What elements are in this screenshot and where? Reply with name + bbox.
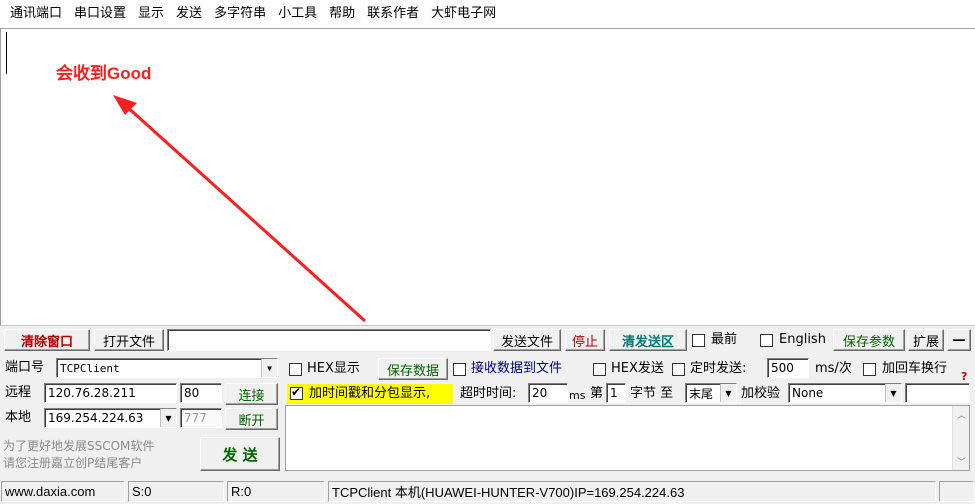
dropdown-arrow-icon: ▼ bbox=[720, 384, 736, 402]
collapse-button[interactable]: — bbox=[947, 329, 971, 351]
send-textarea[interactable]: ︿ ﹀ bbox=[285, 405, 970, 471]
append-crlf-label: 加回车换行 bbox=[882, 361, 948, 376]
status-sent-count: S:0 bbox=[128, 481, 224, 502]
send-button[interactable]: 发 送 bbox=[200, 437, 280, 471]
save-params-button[interactable]: 保存参数 bbox=[833, 329, 905, 351]
checksum-label: 加校验 bbox=[741, 386, 781, 401]
toolbar: 清除窗口 打开文件 发送文件 停止 清发送区 最前 English 保存参数 扩… bbox=[0, 327, 975, 354]
status-bar: www.daxia.com S:0 R:0 TCPClient 本机(HUAWE… bbox=[0, 479, 975, 504]
port-select[interactable]: TCPClient ▼ bbox=[56, 358, 278, 378]
scroll-down-icon[interactable]: ﹀ bbox=[953, 453, 970, 470]
promo-line-1[interactable]: 为了更好地发展SSCOM软件 bbox=[3, 438, 154, 454]
disconnect-button[interactable]: 断开 bbox=[225, 408, 278, 430]
menu-help[interactable]: 帮助 bbox=[323, 0, 361, 28]
remote-ip-input[interactable]: 120.76.28.211 bbox=[44, 383, 177, 403]
status-website[interactable]: www.daxia.com bbox=[1, 481, 125, 502]
checksum-select[interactable]: None ▼ bbox=[788, 383, 902, 403]
receive-to-file-checkbox[interactable] bbox=[453, 363, 466, 376]
hex-display-label: HEX显示 bbox=[307, 361, 360, 376]
menu-tools[interactable]: 小工具 bbox=[272, 0, 323, 28]
menu-serial-settings[interactable]: 串口设置 bbox=[68, 0, 132, 28]
timed-send-label: 定时发送: bbox=[690, 361, 747, 376]
connection-panel: 端口号 TCPClient ▼ 远程 120.76.28.211 80 连接 本… bbox=[0, 355, 285, 475]
topmost-label: 最前 bbox=[711, 332, 738, 347]
port-label: 端口号 bbox=[5, 360, 45, 375]
menu-display[interactable]: 显示 bbox=[132, 0, 170, 28]
clear-window-button[interactable]: 清除窗口 bbox=[4, 329, 90, 351]
interval-unit: ms/次 bbox=[815, 361, 852, 376]
remote-label: 远程 bbox=[5, 385, 32, 400]
dropdown-arrow-icon: ▼ bbox=[261, 359, 277, 377]
promo-line-2[interactable]: 请您注册嘉立创P结尾客户 bbox=[3, 455, 142, 471]
menu-multi-string[interactable]: 多字符串 bbox=[208, 0, 272, 28]
clear-send-area-button[interactable]: 清发送区 bbox=[609, 329, 687, 351]
menu-contact-author[interactable]: 联系作者 bbox=[361, 0, 425, 28]
timestamp-label: 加时间戳和分包显示, bbox=[309, 386, 431, 401]
byte-start-input[interactable]: 1 bbox=[606, 383, 626, 403]
timeout-label: 超时时间: bbox=[460, 386, 517, 401]
hex-send-label: HEX发送 bbox=[611, 361, 664, 376]
dropdown-arrow-icon: ▼ bbox=[885, 384, 901, 402]
byte-end-value: 末尾 bbox=[689, 386, 714, 401]
english-checkbox[interactable] bbox=[760, 334, 773, 347]
status-received-count: R:0 bbox=[227, 481, 325, 502]
local-ip-select[interactable]: 169.254.224.63 ▼ bbox=[44, 408, 177, 428]
local-label: 本地 bbox=[5, 410, 32, 425]
timeout-input[interactable]: 20 bbox=[528, 383, 568, 403]
hex-send-checkbox[interactable] bbox=[593, 363, 606, 376]
append-crlf-checkbox[interactable] bbox=[863, 363, 876, 376]
hex-display-checkbox[interactable] bbox=[289, 363, 302, 376]
scroll-up-icon[interactable]: ︿ bbox=[953, 406, 970, 423]
local-ip-value: 169.254.224.63 bbox=[48, 411, 144, 425]
receive-to-file-label: 接收数据到文件 bbox=[471, 361, 563, 376]
annotation-label: 会收到Good bbox=[56, 64, 152, 83]
checksum-value: None bbox=[792, 386, 824, 400]
stop-button[interactable]: 停止 bbox=[565, 329, 605, 351]
byte-prefix-label: 第 bbox=[590, 386, 604, 401]
menu-comm-port[interactable]: 通讯端口 bbox=[4, 0, 68, 28]
timestamp-checkbox[interactable] bbox=[290, 385, 303, 400]
send-scrollbar[interactable]: ︿ ﹀ bbox=[952, 406, 969, 470]
remote-port-input[interactable]: 80 bbox=[180, 383, 222, 403]
dropdown-arrow-icon: ▼ bbox=[160, 409, 176, 427]
status-extra bbox=[939, 481, 974, 502]
file-path-input[interactable] bbox=[167, 329, 491, 351]
byte-end-select[interactable]: 末尾 ▼ bbox=[685, 383, 737, 403]
byte-suffix-label: 字节 至 bbox=[630, 386, 674, 401]
timeout-unit: ms bbox=[569, 389, 586, 402]
menu-send[interactable]: 发送 bbox=[170, 0, 208, 28]
menu-bar: 通讯端口 串口设置 显示 发送 多字符串 小工具 帮助 联系作者 大虾电子网 bbox=[0, 0, 975, 28]
text-caret bbox=[6, 32, 7, 74]
english-label: English bbox=[779, 332, 826, 347]
local-port-input[interactable]: 777 bbox=[180, 408, 222, 428]
status-message: TCPClient 本机(HUAWEI-HUNTER-V700)IP=169.2… bbox=[328, 481, 936, 502]
checksum-extra-field[interactable] bbox=[905, 383, 970, 403]
port-select-value: TCPClient bbox=[60, 361, 120, 375]
receive-textarea[interactable]: 会收到Good bbox=[0, 28, 975, 326]
open-file-button[interactable]: 打开文件 bbox=[94, 329, 164, 351]
options-panel: HEX显示 保存数据 接收数据到文件 HEX发送 定时发送: 500 ms/次 … bbox=[285, 355, 975, 475]
topmost-checkbox[interactable] bbox=[692, 334, 705, 347]
save-data-button[interactable]: 保存数据 bbox=[378, 358, 448, 380]
interval-input[interactable]: 500 bbox=[767, 358, 809, 378]
menu-daxia-website[interactable]: 大虾电子网 bbox=[425, 0, 502, 28]
timestamp-option[interactable]: 加时间戳和分包显示, bbox=[287, 384, 453, 404]
send-file-button[interactable]: 发送文件 bbox=[493, 329, 561, 351]
expand-button[interactable]: 扩展 bbox=[908, 329, 944, 351]
connect-button[interactable]: 连接 bbox=[225, 383, 278, 405]
timed-send-checkbox[interactable] bbox=[672, 363, 685, 376]
